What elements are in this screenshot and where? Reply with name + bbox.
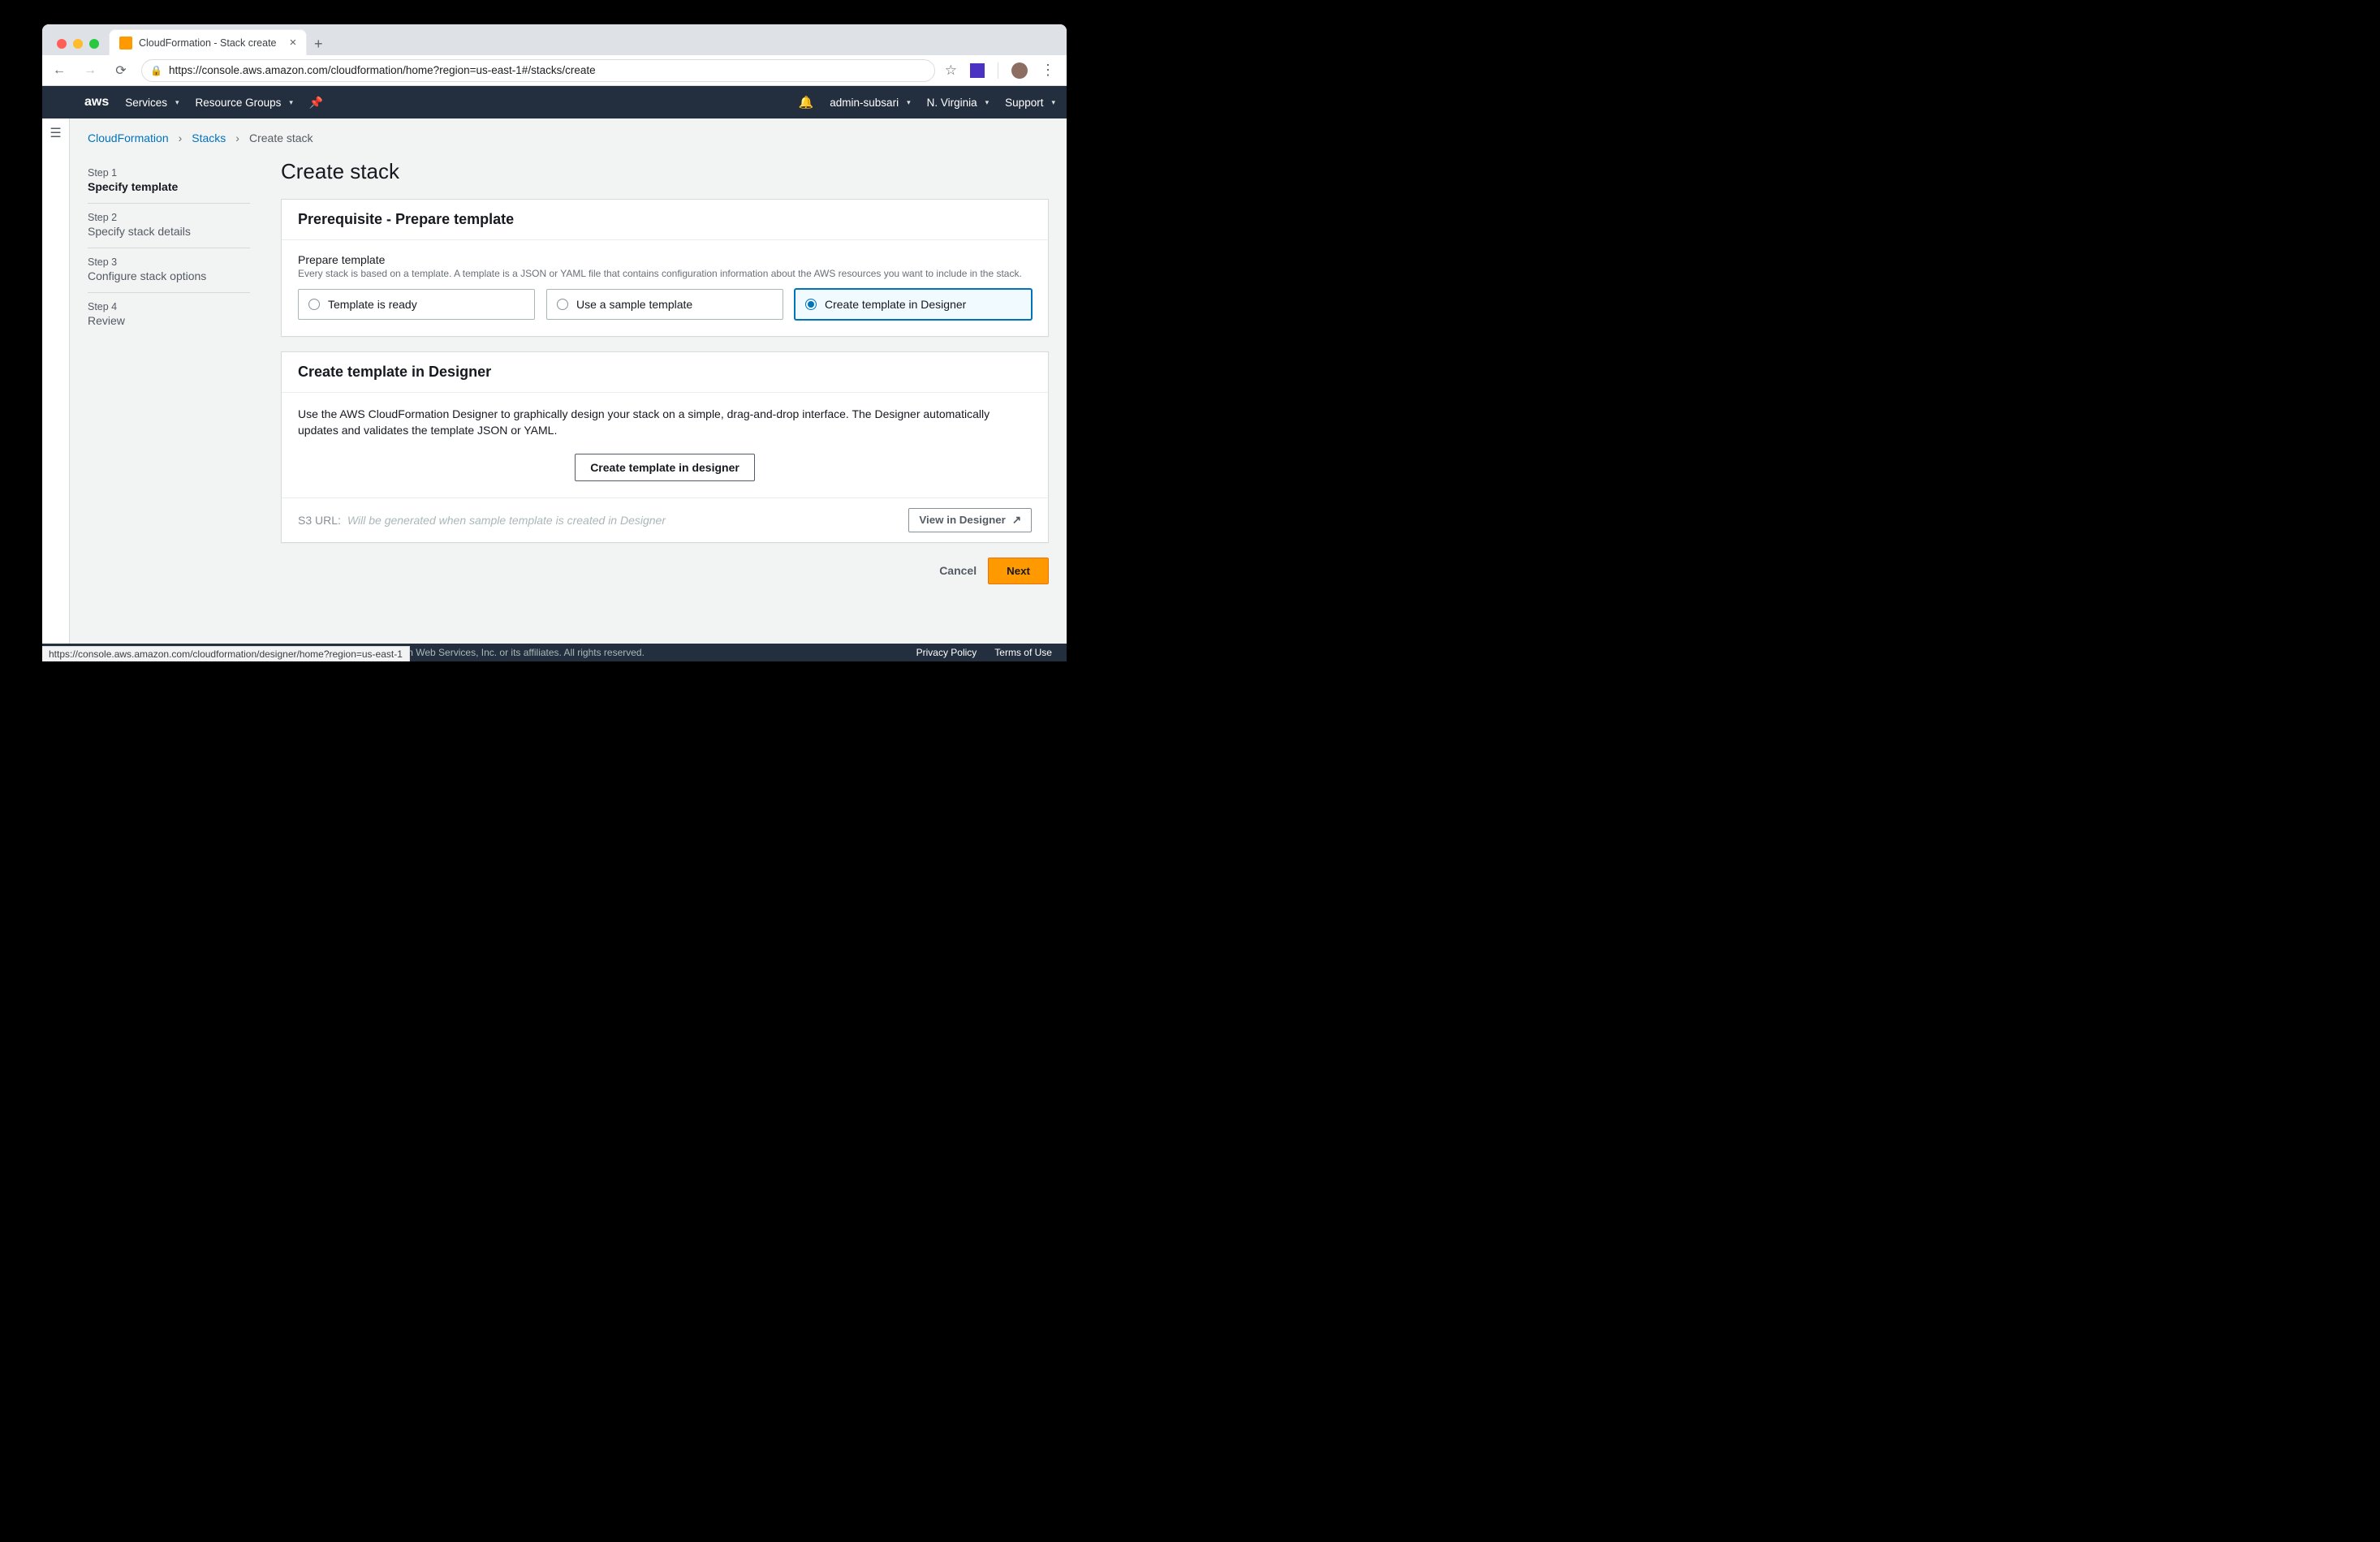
radio-icon [308,299,320,310]
new-tab-button[interactable]: + [307,32,330,55]
window-minimize-icon[interactable] [73,39,83,49]
tab-title: CloudFormation - Stack create [139,37,277,49]
nav-support[interactable]: Support [1005,97,1055,109]
cancel-button[interactable]: Cancel [939,564,977,577]
crumb-cloudformation[interactable]: CloudFormation [88,131,169,144]
url-text: https://console.aws.amazon.com/cloudform… [169,64,596,76]
window-zoom-icon[interactable] [89,39,99,49]
designer-description: Use the AWS CloudFormation Designer to g… [298,406,1032,439]
terms-link[interactable]: Terms of Use [994,647,1052,658]
radio-icon [557,299,568,310]
help-text: Every stack is based on a template. A te… [298,268,1032,279]
tab-strip: CloudFormation - Stack create × + [42,24,1067,55]
status-bar: https://console.aws.amazon.com/cloudform… [42,646,410,661]
s3-url-value: Will be generated when sample template i… [347,514,666,527]
radio-icon [805,299,817,310]
favicon-icon [119,37,132,50]
window-close-icon[interactable] [57,39,67,49]
content: CloudFormation › Stacks › Create stack S… [70,118,1067,645]
next-button[interactable]: Next [988,558,1049,584]
wizard-steps: Step 1 Specify template Step 2 Specify s… [88,159,250,584]
browser-tab[interactable]: CloudFormation - Stack create × [109,29,307,55]
breadcrumb: CloudFormation › Stacks › Create stack [88,131,1049,144]
radio-template-ready[interactable]: Template is ready [298,289,535,320]
crumb-stacks[interactable]: Stacks [192,131,226,144]
aws-topnav: aws Services Resource Groups 📌 🔔 admin-s… [42,86,1067,118]
reload-button[interactable]: ⟳ [110,62,132,79]
url-input[interactable]: 🔒 https://console.aws.amazon.com/cloudfo… [141,59,935,82]
s3-url-label: S3 URL: [298,514,341,527]
nav-resource-groups[interactable]: Resource Groups [196,97,293,109]
nav-user[interactable]: admin-subsari [830,97,910,109]
external-link-icon: ↗ [1012,514,1021,527]
bell-icon[interactable]: 🔔 [799,95,814,110]
panel-designer: Create template in Designer Use the AWS … [281,351,1049,543]
browser-menu-icon[interactable]: ⋮ [1041,62,1055,79]
panel-prerequisite: Prerequisite - Prepare template Prepare … [281,199,1049,337]
bookmark-icon[interactable]: ☆ [945,62,957,79]
app-body: ☰ CloudFormation › Stacks › Create stack… [42,118,1067,645]
wizard-actions: Cancel Next [281,558,1049,584]
radio-sample-template[interactable]: Use a sample template [546,289,783,320]
view-in-designer-button[interactable]: View in Designer ↗ [908,508,1032,532]
privacy-link[interactable]: Privacy Policy [916,647,977,658]
panel-heading: Prerequisite - Prepare template [282,200,1048,240]
chevron-right-icon: › [179,131,183,144]
forward-button[interactable]: → [80,63,101,78]
lock-icon: 🔒 [150,65,162,76]
aws-logo[interactable]: aws [84,96,109,109]
wizard-step-4[interactable]: Step 4 Review [88,293,250,337]
main: Create stack Prerequisite - Prepare temp… [281,159,1049,584]
panel-heading: Create template in Designer [282,352,1048,393]
side-rail: ☰ [42,118,70,645]
chevron-right-icon: › [235,131,239,144]
panel-footer: S3 URL: Will be generated when sample te… [282,497,1048,542]
nav-services[interactable]: Services [125,97,179,109]
field-label: Prepare template [298,253,1032,266]
wizard-step-2[interactable]: Step 2 Specify stack details [88,204,250,248]
nav-region[interactable]: N. Virginia [927,97,990,109]
pin-icon[interactable]: 📌 [309,96,323,110]
create-template-in-designer-button[interactable]: Create template in designer [575,454,755,481]
page-title: Create stack [281,159,1049,184]
back-button[interactable]: ← [49,63,70,78]
wizard-step-1[interactable]: Step 1 Specify template [88,159,250,204]
crumb-current: Create stack [249,131,313,144]
wizard-step-3[interactable]: Step 3 Configure stack options [88,248,250,293]
address-bar: ← → ⟳ 🔒 https://console.aws.amazon.com/c… [42,55,1067,86]
extension-icon[interactable] [970,63,985,78]
radio-group-prepare-template: Template is ready Use a sample template … [298,289,1032,320]
close-tab-icon[interactable]: × [290,36,297,50]
browser-window: CloudFormation - Stack create × + ← → ⟳ … [42,24,1067,661]
radio-create-in-designer[interactable]: Create template in Designer [795,289,1032,320]
profile-avatar-icon[interactable] [1011,62,1028,79]
hamburger-icon[interactable]: ☰ [42,125,69,141]
window-controls [47,29,109,55]
